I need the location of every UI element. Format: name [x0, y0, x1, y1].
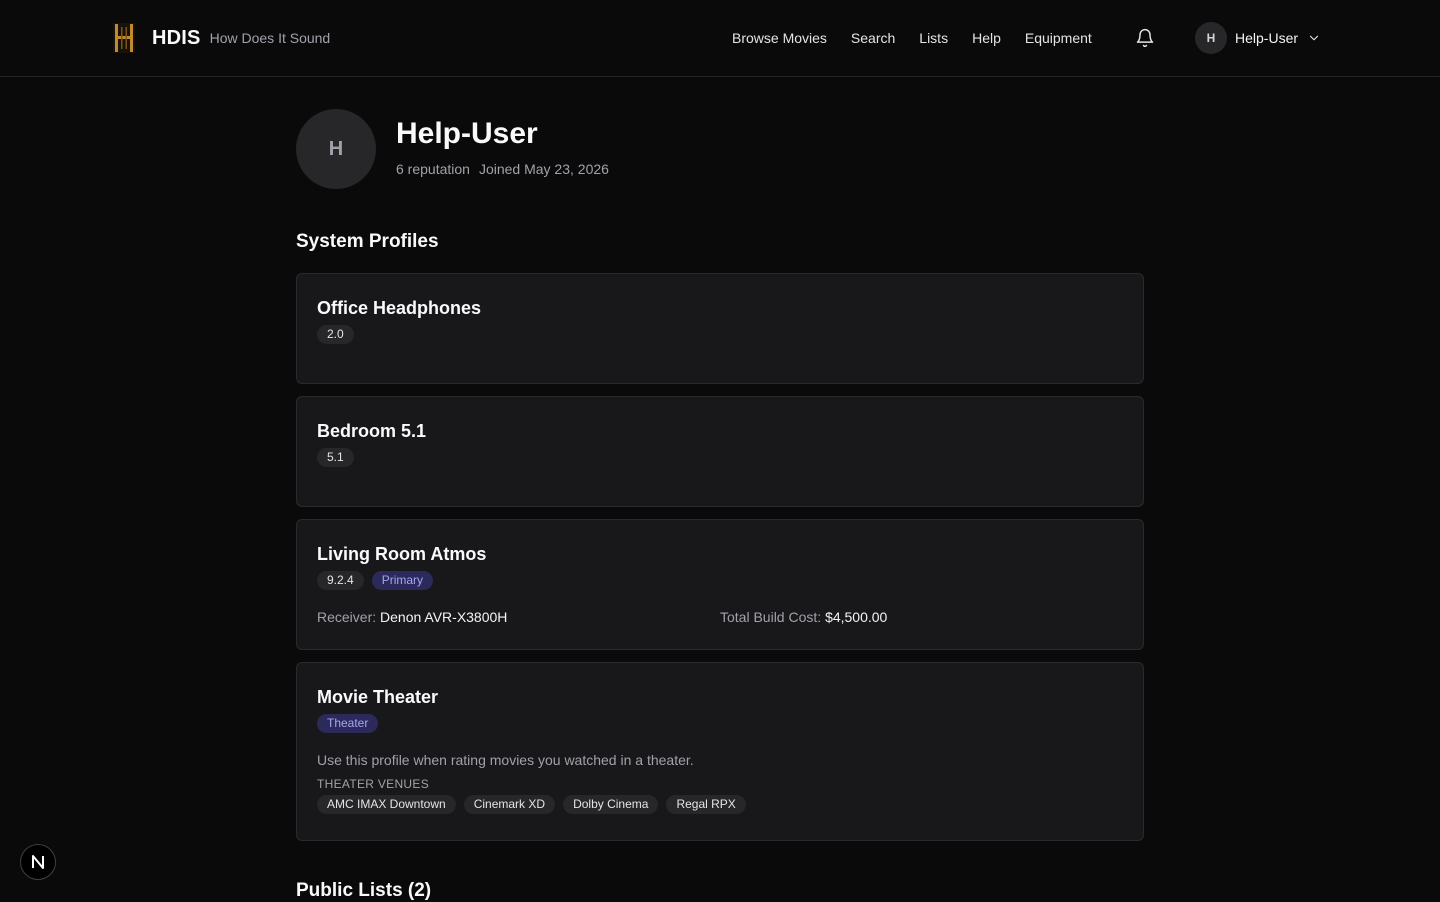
profile-specs: Receiver: Denon AVR-X3800H Total Build C… [317, 609, 1123, 625]
profile-avatar: H [296, 109, 376, 189]
system-profiles-heading: System Profiles [296, 231, 439, 252]
system-profile-card[interactable]: Bedroom 5.1 5.1 [296, 396, 1144, 507]
nav-help[interactable]: Help [972, 28, 1001, 48]
page-title: Help-User [396, 117, 538, 150]
chevron-down-icon [1309, 35, 1319, 41]
bell-icon[interactable] [1135, 28, 1155, 48]
profile-meta: 6 reputation Joined May 23, 2026 [396, 161, 609, 177]
profile-description: Use this profile when rating movies you … [317, 752, 694, 768]
system-profile-card[interactable]: Living Room Atmos 9.2.4 Primary Receiver… [296, 519, 1144, 650]
venue-tag: AMC IMAX Downtown [317, 795, 456, 814]
channel-badge: 5.1 [317, 448, 354, 467]
receiver-spec: Receiver: Denon AVR-X3800H [317, 609, 720, 625]
reputation-count: 6 reputation [396, 161, 470, 177]
join-date: Joined May 23, 2026 [478, 161, 609, 177]
nav-lists[interactable]: Lists [919, 28, 948, 48]
channel-badge: 2.0 [317, 325, 354, 344]
brand-home-link[interactable]: HDIS How Does It Sound [112, 21, 330, 55]
venue-list: AMC IMAX Downtown Cinemark XD Dolby Cine… [317, 795, 1123, 814]
brand-name: HDIS [152, 26, 201, 49]
profile-card-title: Living Room Atmos [317, 544, 487, 564]
venue-tag: Cinemark XD [463, 795, 556, 814]
badge-group: 5.1 [317, 448, 1123, 467]
system-profile-card[interactable]: Movie Theater Theater Use this profile w… [296, 662, 1144, 841]
system-profile-card[interactable]: Office Headphones 2.0 [296, 273, 1144, 384]
receiver-value: Denon AVR-X3800H [380, 609, 508, 625]
venue-tag: Regal RPX [666, 795, 746, 814]
public-lists-heading: Public Lists (2) [296, 880, 432, 901]
main-nav: Browse Movies Search Lists Help Equipmen… [732, 28, 1116, 48]
avatar: H [1195, 22, 1227, 54]
badge-group: Theater [317, 714, 1123, 733]
profile-card-title: Office Headphones [317, 298, 482, 318]
user-name: Help-User [1235, 30, 1299, 46]
nextjs-logo-icon [32, 855, 44, 869]
theater-badge: Theater [317, 714, 379, 733]
build-cost-spec: Total Build Cost: $4,500.00 [720, 609, 1123, 625]
build-cost-label: Total Build Cost: [720, 609, 822, 625]
build-cost-value: $4,500.00 [825, 609, 888, 625]
hdis-logo-icon [113, 23, 135, 53]
venue-tag: Dolby Cinema [563, 795, 659, 814]
channel-badge: 9.2.4 [317, 571, 364, 590]
profile-card-title: Movie Theater [317, 687, 439, 707]
nextjs-dev-tools-button[interactable] [20, 844, 56, 880]
top-navigation-bar: HDIS How Does It Sound Browse Movies Sea… [0, 0, 1440, 77]
nav-browse-movies[interactable]: Browse Movies [732, 28, 827, 48]
brand-tagline: How Does It Sound [209, 30, 331, 46]
theater-venues-label: THEATER VENUES [317, 777, 429, 791]
nav-search[interactable]: Search [851, 28, 895, 48]
badge-group: 9.2.4 Primary [317, 571, 1123, 590]
primary-badge: Primary [371, 571, 434, 590]
nav-equipment[interactable]: Equipment [1025, 28, 1092, 48]
profile-card-title: Bedroom 5.1 [317, 421, 427, 441]
user-menu-button[interactable]: H Help-User [1195, 22, 1321, 54]
badge-group: 2.0 [317, 325, 1123, 344]
receiver-label: Receiver: [317, 609, 377, 625]
